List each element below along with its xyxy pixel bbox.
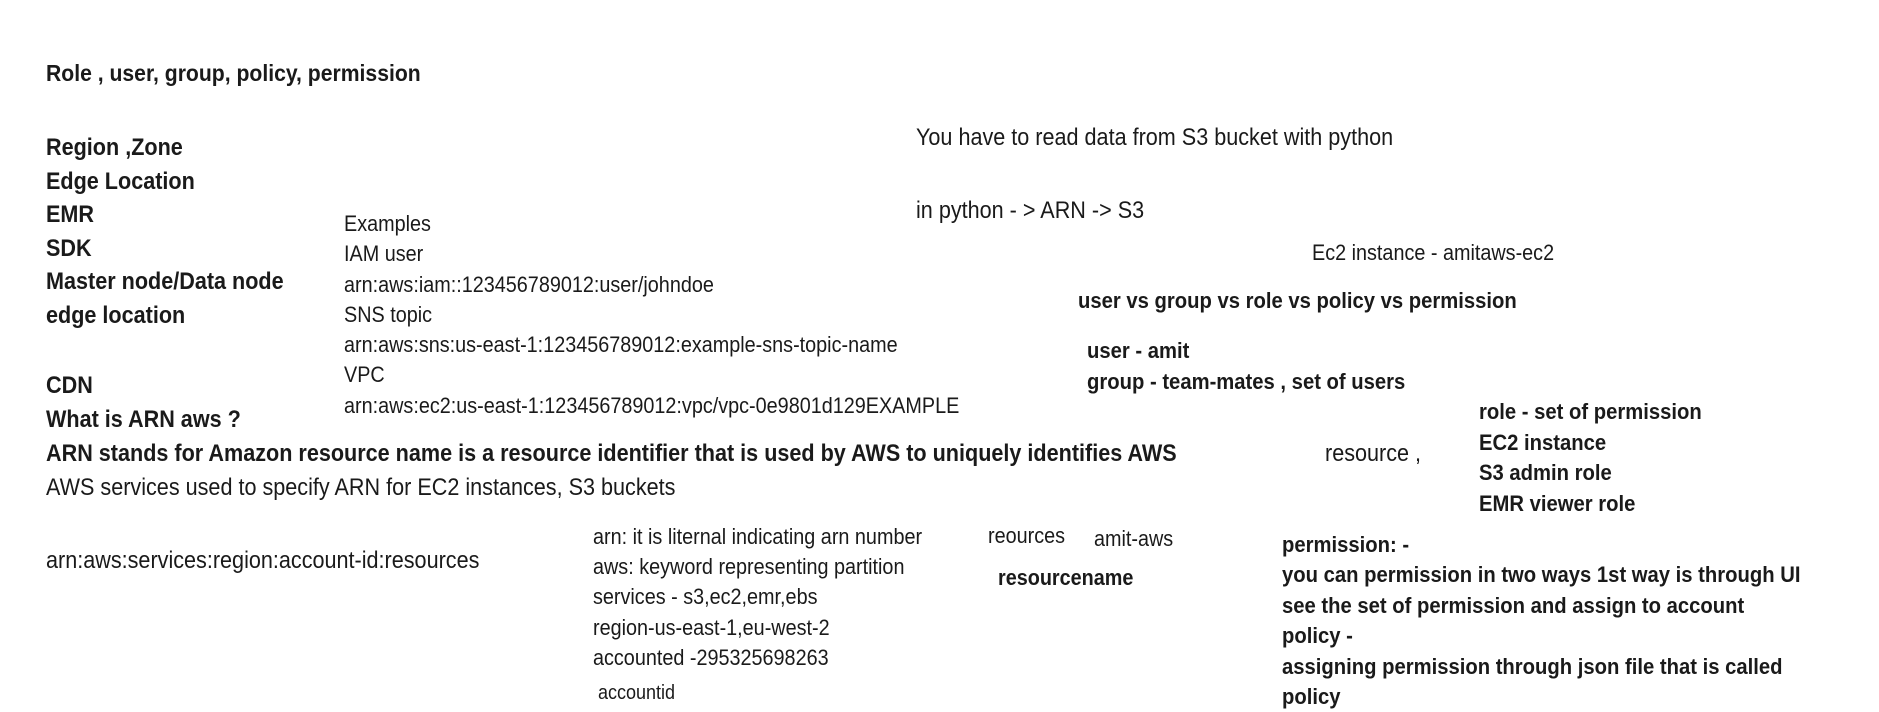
arn-part: aws: keyword representing partition [593,554,905,580]
arn-question: What is ARN aws ? [46,406,241,433]
role-line: S3 admin role [1479,460,1612,485]
arn-format: arn:aws:services:region:account-id:resou… [46,547,480,574]
arn-part: region-us-east-1,eu-west-2 [593,614,830,640]
arn-part: arn: it is liternal indicating arn numbe… [593,524,923,549]
amit-aws-label: amit-aws [1094,526,1174,551]
permission-block: permission: - you can permission in two … [1282,530,1800,712]
accountid-label: accountid [598,682,676,704]
topic-item: Master node/Data node [46,268,284,295]
cdn-label: CDN [46,372,93,399]
topic-item: EMR [46,201,95,228]
example-line: arn:aws:ec2:us-east-1:123456789012:vpc/v… [344,392,960,418]
reources-label: reources [988,523,1066,548]
resourcename-label: resourcename [998,565,1134,590]
example-line: VPC [344,362,385,388]
role-line: EMR viewer role [1479,490,1636,516]
example-line: arn:aws:iam::123456789012:user/johndoe [344,271,714,297]
permission-line: see the set of permission and assign to … [1282,592,1745,618]
example-line: SNS topic [344,301,433,327]
example-line: arn:aws:sns:us-east-1:123456789012:examp… [344,332,898,358]
topic-item: SDK [46,234,92,262]
s3-note: You have to read data from S3 bucket wit… [916,124,1394,151]
permission-line: policy - [1282,623,1353,649]
user-line: user - amit [1087,338,1190,363]
arn-part: accounted -295325698263 [593,644,829,670]
topic-item: edge location [46,301,186,329]
role-line: EC2 instance [1479,429,1607,455]
arn-part: services - s3,ec2,emr,ebs [593,584,818,610]
permission-line: assigning permission through json file t… [1282,653,1783,679]
examples-list: Examples IAM user arn:aws:iam::123456789… [344,209,959,421]
page-title: Role , user, group, policy, permission [46,60,421,86]
arn-definition-line2: AWS services used to specify ARN for EC2… [46,474,676,501]
arn-parts-list: arn: it is liternal indicating arn numbe… [593,522,922,673]
example-line: IAM user [344,241,424,267]
group-line: group - team-mates , set of users [1087,369,1406,394]
permission-line: you can permission in two ways 1st way i… [1282,562,1801,588]
ec2-instance-note: Ec2 instance - amitaws-ec2 [1312,240,1555,265]
topic-item: Region ,Zone [46,134,183,161]
python-arn-note: in python - > ARN -> S3 [916,197,1145,224]
example-line: Examples [344,211,431,236]
role-line: role - set of permission [1479,399,1702,424]
comparison-heading: user vs group vs role vs policy vs permi… [1078,288,1517,313]
permission-line: policy [1282,684,1341,710]
topics-list: Region ,Zone Edge Location EMR SDK Maste… [46,131,284,332]
arn-definition-tail: resource , [1325,440,1422,467]
permission-line: permission: - [1282,532,1410,557]
topic-item: Edge Location [46,167,195,195]
arn-definition: ARN stands for Amazon resource name is a… [46,440,1177,467]
role-block: role - set of permission EC2 instance S3… [1479,397,1702,519]
